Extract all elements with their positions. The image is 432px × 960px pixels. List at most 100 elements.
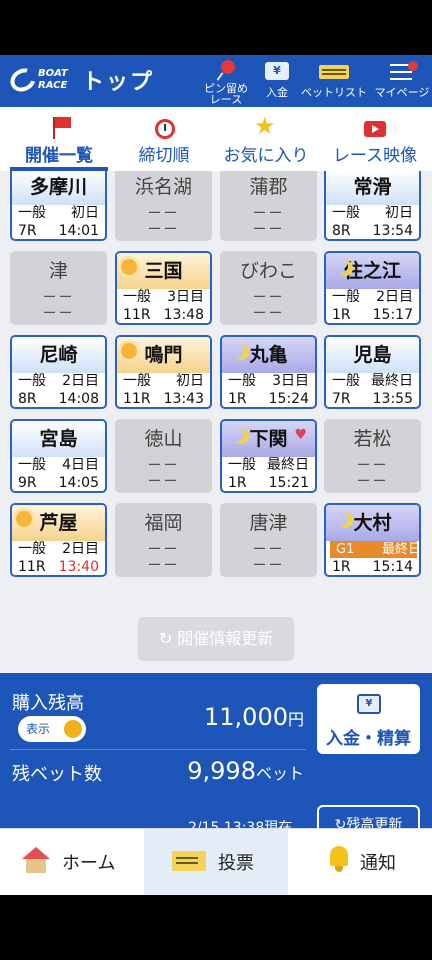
tab-deadline[interactable]: 締切順: [118, 107, 210, 171]
bottom-nav: ホーム 投票 通知: [0, 828, 432, 895]
video-icon: [361, 115, 389, 145]
flag-icon: [45, 115, 73, 145]
tab-bar: 開催一覧 締切順 ★ お気に入り レース映像: [0, 107, 432, 171]
venue-time: 15:14: [372, 559, 413, 575]
venue-name: 多摩川: [12, 171, 105, 205]
nav-home[interactable]: ホーム: [0, 829, 144, 895]
refresh-balance-button[interactable]: ↻残高更新: [317, 805, 420, 828]
remaining-bets-label: 残ベット数: [12, 764, 102, 785]
venue-name: 常滑: [326, 171, 419, 205]
ticket-icon: [172, 851, 206, 871]
mypage-button[interactable]: マイページ: [372, 59, 432, 105]
venue-grade: 一般: [332, 373, 360, 389]
venue-card-shimonoseki[interactable]: 下関 ♥ 一般 最終日 1R 15:21: [220, 419, 317, 493]
venue-dash: ーー: [42, 306, 75, 322]
venue-card-amagasaki[interactable]: 尼崎 一般 2日目 8R 14:08: [10, 335, 107, 409]
venue-dash: ーー: [356, 474, 389, 490]
venue-race: 1R: [228, 391, 247, 407]
venue-card-wakamatsu[interactable]: 若松 ーー ーー: [324, 419, 421, 493]
venue-race: 1R: [228, 475, 247, 491]
clock-icon: [150, 115, 178, 145]
venue-dash: ーー: [42, 290, 75, 306]
venue-race: 7R: [332, 391, 351, 407]
venue-day: 2日目: [376, 289, 413, 305]
venue-grade: 一般: [123, 289, 151, 305]
venue-card-tamagawa[interactable]: 多摩川 一般 初日 7R 14:01: [10, 171, 107, 241]
bet-list-icon: [319, 59, 349, 83]
venue-card-kojima[interactable]: 児島 一般 最終日 7R 13:55: [324, 335, 421, 409]
deposit-icon: ¥: [357, 694, 381, 714]
venue-card-biwako[interactable]: びわこ ーー ーー: [220, 251, 317, 325]
sun-icon: [121, 259, 137, 275]
venue-race: 7R: [18, 223, 37, 239]
venue-race: 8R: [332, 223, 351, 239]
venue-name: 徳山: [144, 428, 183, 450]
venue-dash: ーー: [252, 558, 285, 574]
nav-notifications[interactable]: 通知: [288, 829, 432, 895]
venue-card-tsu[interactable]: 津 ーー ーー: [10, 251, 107, 325]
venue-time: 13:48: [163, 307, 204, 323]
yen-symbol: ¥: [265, 62, 289, 80]
deposit-settle-button[interactable]: ¥ 入金・精算: [317, 684, 420, 754]
venue-time-deadline: 13:40: [58, 559, 99, 575]
venue-race: 1R: [332, 559, 351, 575]
venue-day: 最終日: [371, 373, 413, 389]
balance-timestamp: 2/15 13:38現在: [188, 820, 293, 828]
menu-icon: [388, 59, 418, 83]
venue-card-mikuni[interactable]: 三国 一般 3日目 11R 13:48: [115, 251, 212, 325]
toggle-knob: [64, 720, 82, 738]
boatrace-logo[interactable]: BOAT RACE: [6, 63, 70, 97]
venue-card-tokuyama[interactable]: 徳山 ーー ーー: [115, 419, 212, 493]
venue-card-suminoe[interactable]: 住之江 一般 2日目 1R 15:17: [324, 251, 421, 325]
venue-name: 若松: [353, 428, 392, 450]
venue-name: 津: [48, 260, 68, 282]
venue-day: 4日目: [62, 457, 99, 473]
remaining-bets-value: 9,998: [187, 757, 256, 785]
balance-visibility-toggle[interactable]: 表示: [18, 716, 86, 742]
tab-schedule[interactable]: 開催一覧: [0, 107, 118, 171]
sun-icon: [121, 343, 137, 359]
deposit-header-button[interactable]: ¥ 入金: [258, 59, 296, 105]
mypage-label: マイページ: [374, 86, 430, 99]
venue-card-omura[interactable]: 大村 G1 最終日 1R 15:14: [324, 503, 421, 577]
venue-grade: 一般: [228, 373, 256, 389]
venue-card-tokoname[interactable]: 常滑 一般 初日 8R 13:54: [324, 171, 421, 241]
venue-card-ashiya[interactable]: 芦屋 一般 2日目 11R 13:40: [10, 503, 107, 577]
venue-race: 1R: [332, 307, 351, 323]
app-header: BOAT RACE トップ ピン留め レース ¥ 入金 ベットリスト マイページ: [0, 55, 432, 107]
notification-dot: [408, 61, 418, 71]
account-panel: 購入残高 表示 11,000円 残ベット数 9,998ベット ¥ 入金・精算 2…: [0, 673, 432, 828]
nav-vote[interactable]: 投票: [144, 829, 288, 895]
divider: [10, 749, 306, 750]
venue-card-karatsu[interactable]: 唐津 ーー ーー: [220, 503, 317, 577]
venue-card-hamanako[interactable]: 浜名湖 ーー ーー: [115, 171, 212, 241]
deposit-settle-label: 入金・精算: [326, 729, 411, 749]
venue-time: 14:08: [58, 391, 99, 407]
venue-time: 13:43: [163, 391, 204, 407]
venue-card-fukuoka[interactable]: 福岡 ーー ーー: [115, 503, 212, 577]
venue-name: 尼崎: [12, 337, 105, 373]
venue-dash: ーー: [252, 206, 285, 222]
toggle-label: 表示: [26, 722, 51, 736]
venue-time: 14:05: [58, 475, 99, 491]
venue-time: 15:21: [268, 475, 309, 491]
moon-icon: [332, 258, 348, 274]
venue-time: 14:01: [58, 223, 99, 239]
venue-dash: ーー: [147, 542, 180, 558]
venue-card-gamagori[interactable]: 蒲郡 ーー ーー: [220, 171, 317, 241]
logo-text-boat: BOAT: [38, 68, 68, 79]
venue-race: 9R: [18, 475, 37, 491]
venue-card-marugame[interactable]: 丸亀 一般 3日目 1R 15:24: [220, 335, 317, 409]
venue-grade: 一般: [18, 457, 46, 473]
venue-card-miyajima[interactable]: 宮島 一般 4日目 9R 14:05: [10, 419, 107, 493]
venue-grade: 一般: [332, 205, 360, 221]
tab-favorites[interactable]: ★ お気に入り: [210, 107, 322, 171]
tab-schedule-label: 開催一覧: [25, 146, 93, 166]
pinned-races-button[interactable]: ピン留め レース: [198, 59, 254, 105]
refresh-schedule-button[interactable]: ↻ 開催情報更新: [138, 617, 294, 661]
venue-time: 15:24: [268, 391, 309, 407]
tab-race-video[interactable]: レース映像: [322, 107, 428, 171]
nav-home-label: ホーム: [62, 853, 116, 874]
bet-list-button[interactable]: ベットリスト: [300, 59, 368, 105]
venue-card-naruto[interactable]: 鳴門 一般 初日 11R 13:43: [115, 335, 212, 409]
